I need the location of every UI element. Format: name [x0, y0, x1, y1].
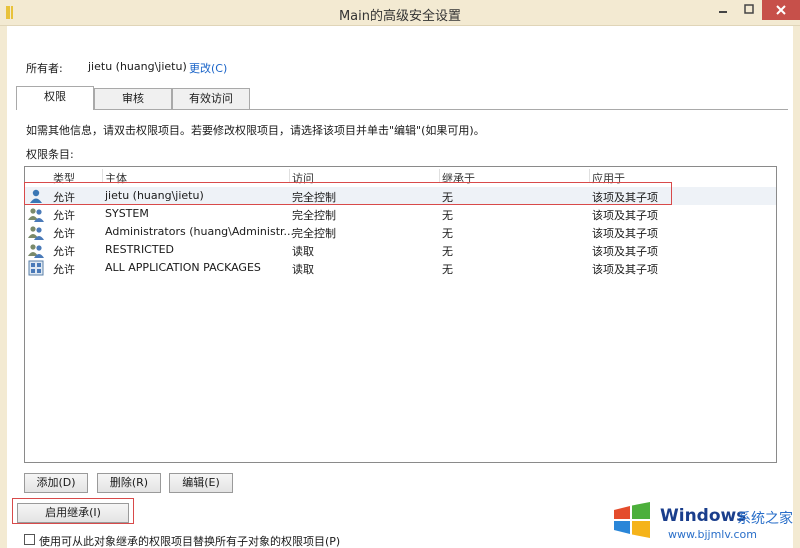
change-owner-link[interactable]: 更改(C): [189, 60, 227, 76]
watermark-brand: Windows: [660, 506, 747, 526]
owner-label: 所有者:: [26, 62, 63, 75]
user-group-icon: [28, 208, 44, 222]
minimize-icon[interactable]: [710, 0, 736, 20]
table-row[interactable]: 允许 SYSTEM 完全控制 无 该项及其子项: [25, 205, 776, 223]
owner-value: jietu (huang\jietu): [88, 60, 187, 73]
instructions-text: 如需其他信息，请双击权限项目。若要修改权限项目，请选择该项目并单击"编辑"(如果…: [26, 124, 485, 137]
permission-entries-list[interactable]: 类型 主体 访问 继承于 应用于 允许 jietu (huang\jietu) …: [24, 166, 777, 463]
window-frame-left: [0, 26, 7, 548]
highlight-box: [24, 182, 672, 205]
column-separator[interactable]: [439, 169, 440, 183]
cell-access: 完全控制: [292, 227, 336, 240]
permission-entries-label: 权限条目:: [26, 148, 74, 161]
table-row[interactable]: 允许 ALL APPLICATION PACKAGES 读取 无 该项及其子项: [25, 259, 776, 277]
cell-type: 允许: [53, 227, 75, 240]
cell-principal: Administrators (huang\Administr...: [105, 225, 295, 238]
cell-applies-to: 该项及其子项: [592, 209, 658, 222]
cell-inherited-from: 无: [442, 263, 453, 276]
cell-access: 读取: [292, 245, 314, 258]
window-title: Main的高级安全设置: [338, 9, 462, 24]
app-packages-icon: [28, 260, 44, 276]
cell-type: 允许: [53, 263, 75, 276]
tab-auditing[interactable]: 审核: [94, 88, 172, 109]
replace-child-permissions-label[interactable]: 使用可从此对象继承的权限项目替换所有子对象的权限项目(P): [39, 533, 340, 548]
cell-principal: ALL APPLICATION PACKAGES: [105, 261, 261, 274]
cell-inherited-from: 无: [442, 245, 453, 258]
edit-button[interactable]: 编辑(E): [169, 473, 233, 493]
cell-applies-to: 该项及其子项: [592, 245, 658, 258]
tab-permissions[interactable]: 权限: [16, 86, 94, 110]
remove-button[interactable]: 删除(R): [97, 473, 161, 493]
table-row[interactable]: 允许 Administrators (huang\Administr... 完全…: [25, 223, 776, 241]
windows-logo-icon: [614, 502, 650, 538]
user-group-icon: [28, 226, 44, 240]
cell-principal: SYSTEM: [105, 207, 149, 220]
tab-divider: [16, 109, 788, 110]
cell-type: 允许: [53, 209, 75, 222]
maximize-icon[interactable]: [736, 0, 762, 20]
watermark-site-name: 系统之家: [737, 511, 793, 527]
cell-type: 允许: [53, 245, 75, 258]
watermark-url: www.bjjmlv.com: [668, 528, 757, 541]
column-separator[interactable]: [589, 169, 590, 183]
window-frame-right: [793, 26, 800, 548]
cell-applies-to: 该项及其子项: [592, 263, 658, 276]
tab-effective-access[interactable]: 有效访问: [172, 88, 250, 109]
cell-inherited-from: 无: [442, 227, 453, 240]
replace-child-permissions-checkbox[interactable]: [24, 534, 35, 545]
cell-access: 完全控制: [292, 209, 336, 222]
cell-principal: RESTRICTED: [105, 243, 175, 256]
user-group-icon: [28, 244, 44, 258]
cell-inherited-from: 无: [442, 209, 453, 222]
cell-applies-to: 该项及其子项: [592, 227, 658, 240]
table-row[interactable]: 允许 RESTRICTED 读取 无 该项及其子项: [25, 241, 776, 259]
title-bar: Main的高级安全设置: [0, 0, 800, 26]
column-separator[interactable]: [102, 169, 103, 183]
watermark: Windows 系统之家 www.bjjmlv.com: [612, 498, 798, 546]
highlight-box: [12, 498, 134, 524]
column-separator[interactable]: [289, 169, 290, 183]
cell-access: 读取: [292, 263, 314, 276]
close-icon[interactable]: [762, 0, 800, 20]
add-button[interactable]: 添加(D): [24, 473, 88, 493]
